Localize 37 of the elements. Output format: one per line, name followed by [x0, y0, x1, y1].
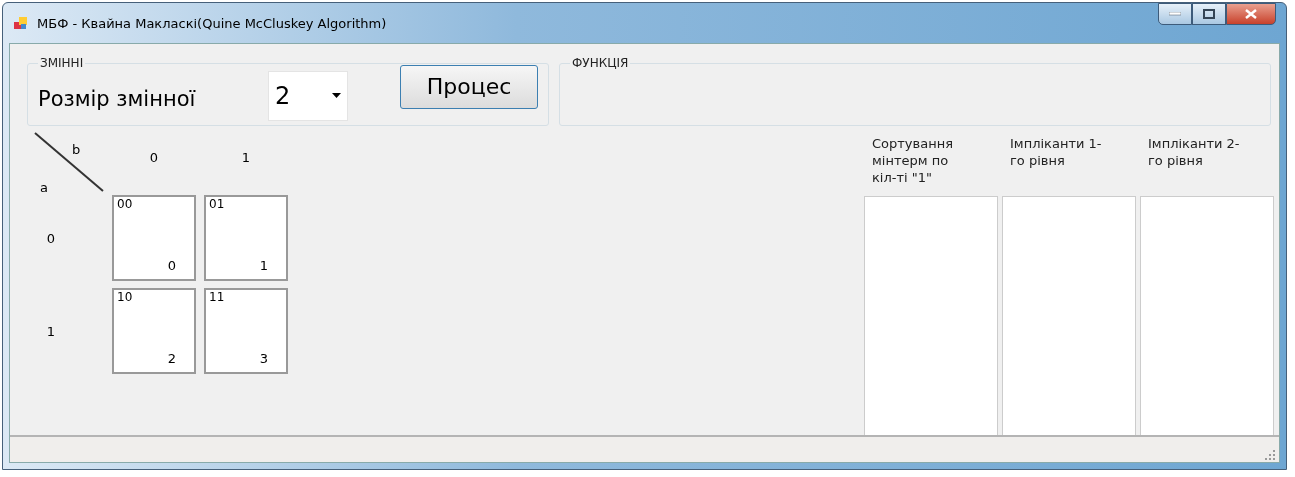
minimize-button[interactable] — [1158, 3, 1192, 25]
map-cell[interactable]: 00 0 — [112, 195, 196, 281]
list-header: Імпліканти 2-го рівня — [1148, 136, 1240, 168]
diagonal-line — [34, 132, 104, 192]
process-button[interactable]: Процес — [400, 64, 538, 109]
cell-index: 0 — [167, 258, 176, 273]
list-header: Сортування мінтерм по кіл-ті "1" — [872, 136, 953, 185]
variable-size-label: Розмір змінної — [38, 86, 197, 111]
row-header: 0 — [46, 230, 56, 246]
column-variable: b — [72, 142, 81, 157]
minimize-icon — [1169, 12, 1181, 16]
size-dropdown[interactable]: 2 — [268, 70, 348, 121]
close-button[interactable] — [1226, 3, 1276, 25]
column-header: 1 — [241, 149, 251, 165]
cell-code: 00 — [117, 197, 133, 211]
row-variable: a — [40, 180, 48, 195]
maximize-button[interactable] — [1192, 3, 1226, 25]
app-icon — [13, 15, 29, 31]
group-title: ЗМІННІ — [39, 56, 85, 70]
window-title: МБФ - Квайна Макласкі(Quine McCluskey Algorithm) — [37, 15, 387, 31]
cell-code: 11 — [209, 290, 225, 304]
map-cell[interactable]: 01 1 — [204, 195, 288, 281]
cell-code: 01 — [209, 197, 225, 211]
map-cell[interactable]: 10 2 — [112, 288, 196, 374]
column-header: 0 — [149, 149, 159, 165]
row-header: 1 — [46, 323, 56, 339]
dropdown-arrow-icon — [332, 93, 341, 98]
map-cell[interactable]: 11 3 — [204, 288, 288, 374]
group-title: ФУНКЦІЯ — [571, 56, 630, 70]
cell-index: 2 — [167, 351, 176, 366]
maximize-icon — [1203, 9, 1215, 19]
cell-code: 10 — [117, 290, 133, 304]
close-icon — [1245, 9, 1257, 19]
resize-grip-icon[interactable] — [1265, 450, 1275, 460]
cell-index: 1 — [259, 258, 268, 273]
list-header: Імпліканти 1-го рівня — [1010, 136, 1102, 168]
cell-index: 3 — [259, 351, 268, 366]
